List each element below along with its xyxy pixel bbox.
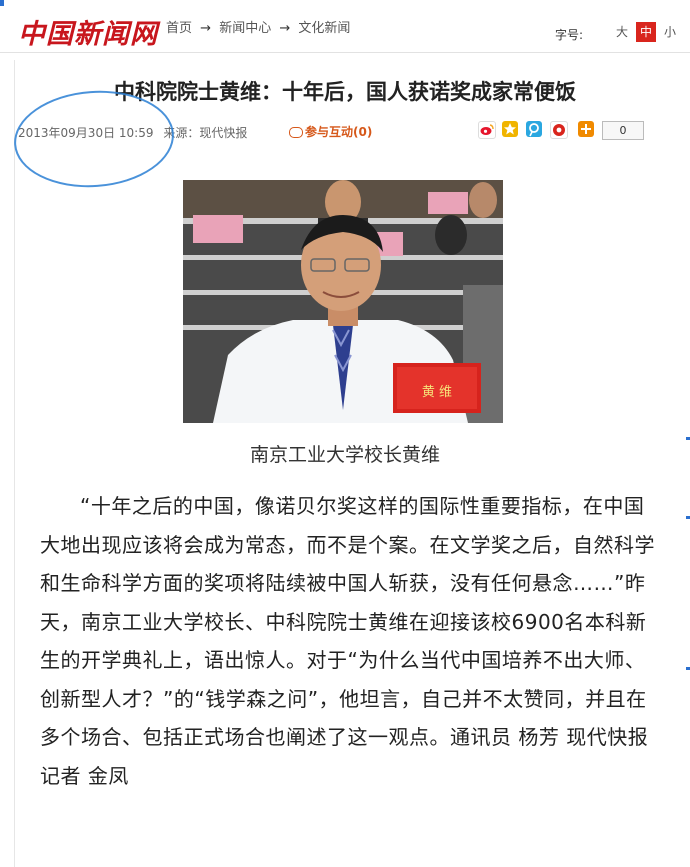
- article-photo: 黄 维: [183, 180, 503, 423]
- site-header: 中国新闻网 首页 → 新闻中心 → 文化新闻 字号: 大 中 小: [0, 0, 690, 50]
- interact-link[interactable]: 参与互动(0): [289, 123, 372, 140]
- article-body: “十年之后的中国，像诺贝尔奖这样的国际性重要指标，在中国大地出现应该将会成为常态…: [40, 494, 655, 788]
- edge-marker: [0, 0, 4, 6]
- share-counter: 0: [602, 121, 644, 140]
- interact-label: 参与互动(0): [305, 125, 373, 139]
- more-share-icon[interactable]: [578, 121, 594, 137]
- tencent-weibo-icon[interactable]: [526, 121, 542, 137]
- header-divider: [0, 52, 690, 53]
- font-size-label: 字号:: [555, 28, 584, 42]
- edge-marker: [686, 667, 690, 670]
- breadcrumb-separator: →: [279, 21, 291, 36]
- breadcrumb-separator: →: [200, 21, 212, 36]
- renren-icon[interactable]: [550, 121, 568, 139]
- edge-marker: [686, 516, 690, 519]
- breadcrumb-news-center[interactable]: 新闻中心: [219, 21, 271, 36]
- breadcrumb-culture-news[interactable]: 文化新闻: [298, 21, 350, 36]
- site-logo[interactable]: 中国新闻网: [18, 12, 158, 51]
- comment-bubble-icon: [289, 127, 303, 138]
- breadcrumb-home[interactable]: 首页: [166, 21, 192, 36]
- font-size-medium-button[interactable]: 中: [636, 22, 656, 42]
- photo-nameplate: 黄 维: [422, 385, 452, 400]
- qzone-icon[interactable]: [502, 121, 518, 137]
- font-size-large-button[interactable]: 大: [612, 22, 632, 42]
- breadcrumb: 首页 → 新闻中心 → 文化新闻: [166, 17, 354, 36]
- font-size-small-button[interactable]: 小: [660, 22, 680, 42]
- weibo-icon[interactable]: [478, 121, 496, 139]
- photo-caption: 南京工业大学校长黄维: [249, 444, 440, 466]
- article-source: 来源：现代快报: [163, 126, 248, 140]
